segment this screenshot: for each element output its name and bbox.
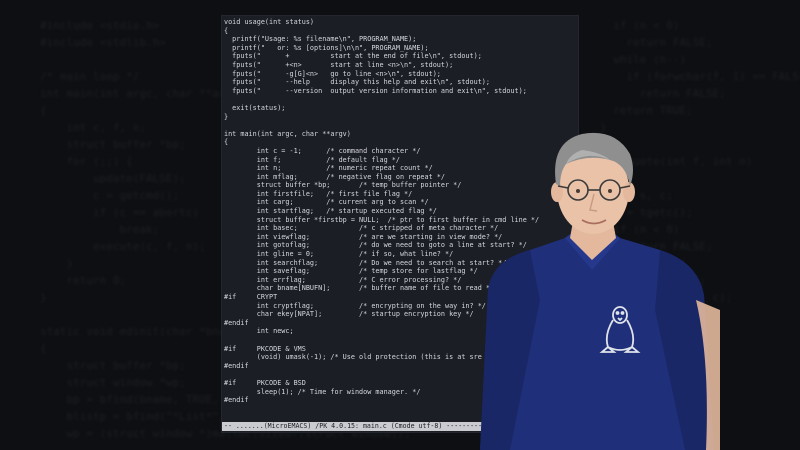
code-line: fputs(" -g[G]<n> go to line <n>\n", stdo… (224, 69, 441, 78)
code-line: fputs(" +<n> start at line <n>\n", stdou… (224, 60, 454, 69)
code-line: printf(" or: %s [options]\n\n", PROGRAM_… (224, 43, 429, 52)
code-line: { (224, 26, 229, 35)
code-line: void usage(int status) (224, 18, 315, 26)
code-line: fputs(" --help display this help and exi… (224, 78, 490, 87)
code-line: exit(status); (224, 103, 286, 112)
code-line: printf("Usage: %s filename\n", PROGRAM_N… (224, 35, 417, 44)
person-illustration (480, 132, 720, 450)
code-line: fputs(" --version output version informa… (224, 86, 527, 95)
code-line: fputs(" + start at the end of file\n", s… (224, 52, 482, 61)
